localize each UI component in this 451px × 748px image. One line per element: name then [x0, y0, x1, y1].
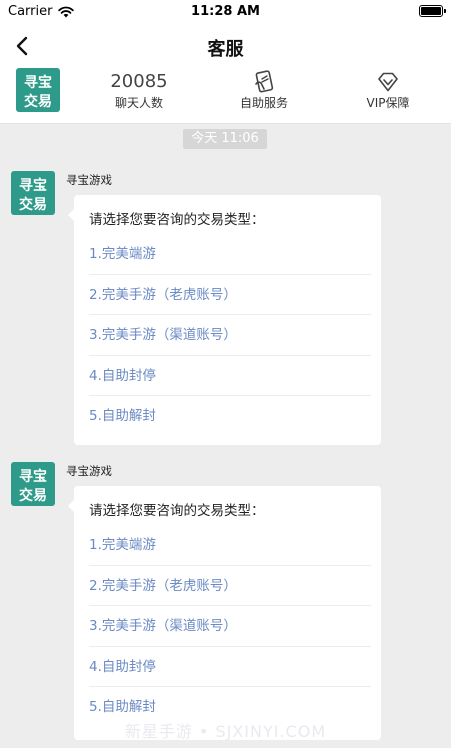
option-link[interactable]: 4.自助封停 — [89, 356, 371, 396]
logo-text-bottom: 交易 — [24, 93, 52, 110]
message-prompt: 请选择您要咨询的交易类型： — [89, 503, 265, 519]
chat-count-stat: 20085 聊天人数 — [98, 70, 180, 112]
self-service-button[interactable]: 自助服务 — [224, 70, 304, 112]
page-title: 客服 — [207, 39, 244, 60]
vip-guarantee-button[interactable]: VIP保障 — [350, 70, 426, 112]
message-timestamp: 今天 11:06 — [183, 129, 267, 149]
self-service-icon — [255, 70, 274, 93]
status-time: 11:28 AM — [191, 4, 260, 19]
chat-count-value: 20085 — [110, 71, 168, 92]
nav-bar: 客服 — [0, 24, 451, 68]
avatar-text-top: 寻宝 — [19, 468, 47, 485]
sender-avatar[interactable]: 寻宝 交易 — [11, 171, 55, 215]
option-link[interactable]: 4.自助封停 — [89, 647, 371, 687]
battery-icon — [419, 5, 446, 17]
option-link[interactable]: 2.完美手游（老虎账号） — [89, 275, 371, 315]
logo-text-top: 寻宝 — [24, 74, 52, 91]
service-info-row: 寻宝 交易 20085 聊天人数 自助服务 VIP保障 — [0, 68, 451, 124]
option-link[interactable]: 3.完美手游（渠道账号） — [89, 315, 371, 356]
option-link[interactable]: 2.完美手游（老虎账号） — [89, 566, 371, 606]
option-list: 1.完美端游 2.完美手游（老虎账号） 3.完美手游（渠道账号） 4.自助封停 … — [89, 525, 371, 728]
avatar-text-top: 寻宝 — [19, 177, 47, 194]
status-right — [419, 5, 446, 17]
message-prompt: 请选择您要咨询的交易类型： — [89, 212, 265, 228]
diamond-icon — [378, 72, 398, 92]
self-service-label: 自助服务 — [239, 96, 288, 110]
avatar-text-bottom: 交易 — [19, 487, 47, 504]
message-bubble: 请选择您要咨询的交易类型： 1.完美端游 2.完美手游（老虎账号） 3.完美手游… — [68, 195, 381, 445]
option-link[interactable]: 5.自助解封 — [89, 396, 371, 437]
sender-name: 寻宝游戏 — [66, 173, 112, 187]
chat-count-label: 聊天人数 — [114, 96, 163, 110]
option-link[interactable]: 1.完美端游 — [89, 234, 371, 275]
option-link[interactable]: 3.完美手游（渠道账号） — [89, 606, 371, 647]
chat-screen: Carrier 11:28 AM 客服 寻宝 交易 20085 聊天人数 自助服… — [0, 0, 451, 748]
battery-fill — [421, 7, 441, 15]
sender-avatar[interactable]: 寻宝 交易 — [11, 462, 55, 506]
message-bubble: 请选择您要咨询的交易类型： 1.完美端游 2.完美手游（老虎账号） 3.完美手游… — [68, 486, 381, 740]
vip-guarantee-label: VIP保障 — [366, 96, 410, 110]
brand-logo: 寻宝 交易 — [16, 68, 60, 112]
option-link[interactable]: 1.完美端游 — [89, 525, 371, 566]
sender-name: 寻宝游戏 — [66, 464, 112, 478]
option-list: 1.完美端游 2.完美手游（老虎账号） 3.完美手游（渠道账号） 4.自助封停 … — [89, 234, 371, 437]
avatar-text-bottom: 交易 — [19, 196, 47, 213]
watermark: 新星手游 • SJXINYI.COM — [124, 722, 327, 741]
status-bar: Carrier 11:28 AM — [0, 0, 451, 24]
